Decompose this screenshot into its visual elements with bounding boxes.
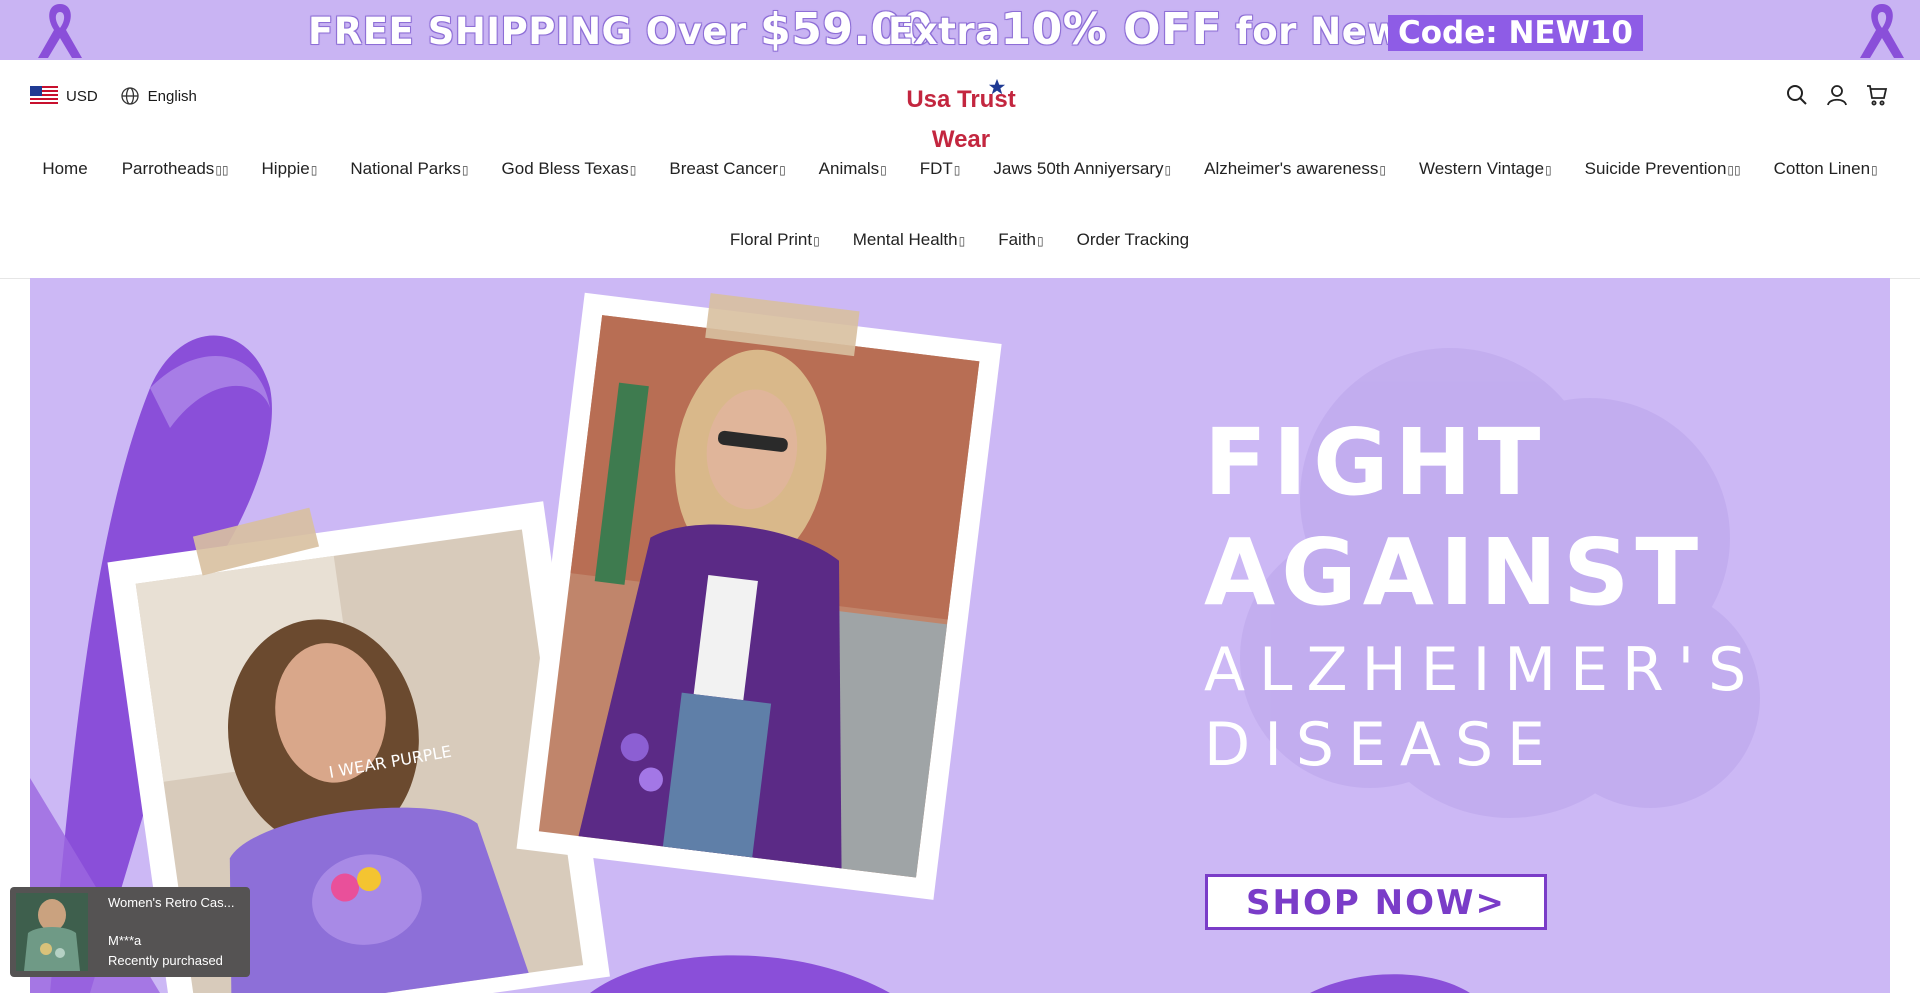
- header-actions: [1786, 84, 1888, 106]
- dropdown-caret-icon: ▯: [461, 163, 469, 177]
- headline-line-2: AGAINST: [1204, 519, 1705, 626]
- nav-item-hippie[interactable]: Hippie▯: [262, 159, 318, 179]
- dropdown-caret-icon: ▯: [779, 163, 786, 177]
- dropdown-caret-icon: ▯: [880, 163, 887, 177]
- dropdown-caret-icon: ▯: [310, 163, 318, 177]
- nav-label: Animals: [818, 159, 880, 178]
- site-logo[interactable]: Usa Trust Wear: [876, 78, 1046, 153]
- nav-item-floral-print[interactable]: Floral Print▯: [730, 230, 820, 250]
- nav-label: Western Vintage: [1418, 159, 1545, 178]
- nav-item-fdt[interactable]: FDT▯: [920, 159, 961, 179]
- language-label[interactable]: English: [148, 88, 197, 105]
- nav-label: Home: [42, 159, 88, 178]
- logo-text: Usa Trust Wear: [906, 86, 1016, 153]
- dropdown-caret-icon: ▯▯: [1727, 163, 1741, 177]
- promo-bar: FREE SHIPPING Over $59.00 Extra10% OFF f…: [0, 0, 1920, 60]
- nav-item-animals[interactable]: Animals▯: [819, 159, 887, 179]
- nav-label: Jaws 50th Anniyersary: [993, 159, 1164, 178]
- dropdown-caret-icon: ▯: [958, 234, 966, 248]
- dropdown-caret-icon: ▯: [1379, 163, 1386, 177]
- site-header: USD English Usa Trust Wear Home Parrothe…: [0, 60, 1920, 279]
- nav-label: Faith: [998, 230, 1037, 249]
- nav-label: God Bless Texas: [501, 159, 629, 178]
- nav-label: Breast Cancer: [669, 159, 779, 178]
- dropdown-caret-icon: ▯: [629, 163, 637, 177]
- dropdown-caret-icon: ▯: [1545, 163, 1552, 177]
- hero-headline: FIGHT AGAINST: [1204, 408, 1704, 628]
- discount-percent: 10% OFF: [1000, 4, 1223, 55]
- recent-purchase-toast[interactable]: Women's Retro Cas... M***a Recently purc…: [10, 887, 250, 977]
- hero-banner[interactable]: I WEAR PURPLE FIGHT AGAINST ALZHEIMER'S …: [30, 278, 1890, 993]
- nav-item-alzheimers[interactable]: Alzheimer's awareness▯: [1204, 159, 1386, 179]
- nav-item-jaws-50th[interactable]: Jaws 50th Anniyersary▯: [993, 159, 1171, 179]
- nav-item-parrotheads[interactable]: Parrotheads▯▯: [122, 159, 229, 179]
- product-thumbnail: [16, 893, 88, 971]
- nav-item-faith[interactable]: Faith▯: [998, 230, 1043, 250]
- dropdown-caret-icon: ▯: [1871, 163, 1878, 177]
- dropdown-caret-icon: ▯: [1164, 163, 1172, 177]
- logo-star-icon: [988, 78, 1006, 95]
- toast-status: Recently purchased: [108, 953, 223, 968]
- toast-buyer: M***a: [108, 933, 142, 948]
- nav-label: Alzheimer's awareness: [1204, 159, 1379, 178]
- nav-label: Hippie: [261, 159, 310, 178]
- nav-label: Order Tracking: [1076, 230, 1190, 249]
- nav-item-mental-health[interactable]: Mental Health▯: [853, 230, 966, 250]
- awareness-ribbon-icon: [38, 4, 82, 58]
- nav-label: Suicide Prevention: [1584, 159, 1727, 178]
- nav-label: Parrotheads: [121, 159, 215, 178]
- headline-line-1: FIGHT: [1204, 409, 1547, 516]
- nav-label: Cotton Linen: [1773, 159, 1871, 178]
- awareness-ribbon-icon: [1860, 4, 1904, 58]
- nav-label: FDT: [919, 159, 953, 178]
- photo-card-2: [516, 292, 1002, 900]
- globe-icon: [121, 87, 139, 105]
- bottom-ribbon: [590, 955, 890, 993]
- nav-item-cotton-linen[interactable]: Cotton Linen▯: [1774, 159, 1878, 179]
- dropdown-caret-icon: ▯: [953, 163, 961, 177]
- dropdown-caret-icon: ▯: [1037, 234, 1044, 248]
- cart-icon[interactable]: [1866, 84, 1888, 106]
- account-icon[interactable]: [1826, 84, 1848, 106]
- subheadline-line-2: DISEASE: [1204, 710, 1559, 780]
- promo-code: Code: NEW10: [1388, 15, 1643, 51]
- us-flag-icon: [30, 86, 58, 106]
- nav-item-order-tracking[interactable]: Order Tracking: [1077, 230, 1190, 250]
- nav-label: Mental Health: [852, 230, 958, 249]
- dropdown-caret-icon: ▯: [813, 234, 820, 248]
- shipping-text: FREE SHIPPING Over: [308, 10, 747, 53]
- nav-item-breast-cancer[interactable]: Breast Cancer▯: [669, 159, 785, 179]
- shipping-promo: FREE SHIPPING Over $59.00: [308, 8, 933, 54]
- nav-label: Floral Print: [729, 230, 813, 249]
- main-nav-row-1: Home Parrotheads▯▯ Hippie▯ National Park…: [0, 159, 1920, 179]
- shop-now-button[interactable]: SHOP NOW>: [1205, 874, 1547, 930]
- hero-subheadline: ALZHEIMER'S DISEASE: [1204, 633, 1760, 783]
- dropdown-caret-icon: ▯▯: [215, 163, 229, 177]
- search-icon[interactable]: [1786, 84, 1808, 106]
- nav-item-national-parks[interactable]: National Parks▯: [350, 159, 468, 179]
- nav-item-western-vintage[interactable]: Western Vintage▯: [1419, 159, 1552, 179]
- nav-item-home[interactable]: Home: [42, 159, 88, 179]
- main-nav-row-2: Floral Print▯ Mental Health▯ Faith▯ Orde…: [0, 230, 1920, 250]
- nav-item-god-bless-texas[interactable]: God Bless Texas▯: [502, 159, 637, 179]
- nav-label: National Parks: [350, 159, 461, 178]
- locale-selector[interactable]: USD English: [30, 86, 197, 106]
- subheadline-line-1: ALZHEIMER'S: [1204, 635, 1761, 705]
- currency-label[interactable]: USD: [66, 88, 98, 105]
- nav-item-suicide-prevention[interactable]: Suicide Prevention▯▯: [1585, 159, 1741, 179]
- discount-prefix: Extra: [888, 10, 1001, 53]
- toast-product-name: Women's Retro Cas...: [108, 895, 235, 910]
